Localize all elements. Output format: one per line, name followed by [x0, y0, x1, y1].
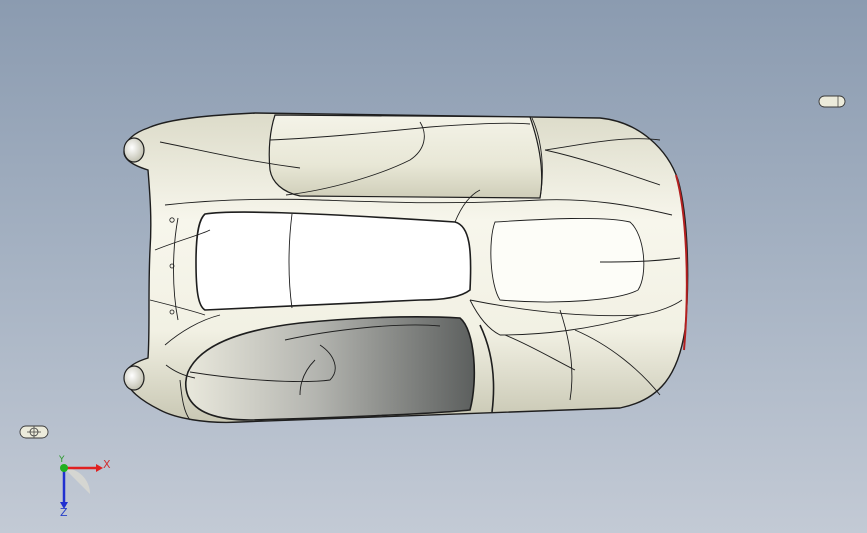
- triad-y-label: Y: [59, 455, 65, 465]
- light-source-icon[interactable]: [818, 95, 846, 108]
- upper-pod[interactable]: [268, 114, 543, 199]
- model-view[interactable]: [0, 0, 867, 533]
- graphics-viewport[interactable]: X Y Z: [0, 0, 867, 533]
- camera-icon[interactable]: [19, 425, 49, 439]
- rear-panel[interactable]: [490, 217, 645, 303]
- orientation-triad-icon[interactable]: [60, 464, 103, 509]
- triad-x-label: X: [103, 458, 111, 471]
- triad-z-label: Z: [60, 506, 68, 519]
- cockpit-panel[interactable]: [195, 211, 472, 311]
- front-lower-tip: [123, 365, 145, 391]
- front-upper-tip: [123, 137, 145, 163]
